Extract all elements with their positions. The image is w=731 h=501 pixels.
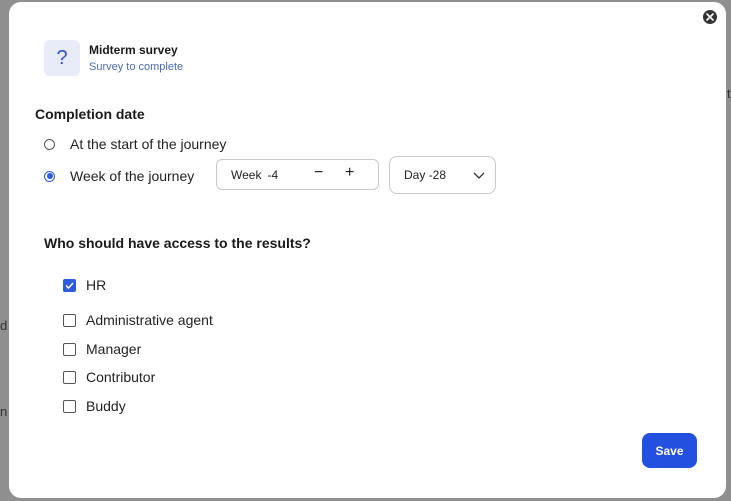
checkbox-buddy[interactable]: Buddy <box>63 398 126 414</box>
chevron-down-icon <box>473 172 485 179</box>
backdrop-fragment: t <box>727 86 731 101</box>
day-select[interactable]: Day -28 <box>389 156 496 194</box>
modal-subtitle: Survey to complete <box>89 60 184 73</box>
backdrop-fragment: d <box>0 318 8 333</box>
close-icon <box>706 13 714 21</box>
access-label: Who should have access to the results? <box>44 235 311 251</box>
checkbox-hr[interactable]: HR <box>63 277 106 293</box>
radio-label: At the start of the journey <box>70 136 227 152</box>
checkbox[interactable] <box>63 342 76 356</box>
checkbox-contributor[interactable]: Contributor <box>63 369 155 385</box>
backdrop-fragment: n <box>0 404 8 419</box>
checkbox-administrative-agent[interactable]: Administrative agent <box>63 312 213 328</box>
decrement-button[interactable]: − <box>314 164 323 182</box>
checkbox-label: Buddy <box>86 398 126 414</box>
save-button[interactable]: Save <box>642 433 697 468</box>
radio-button[interactable] <box>44 170 55 182</box>
checkbox-label: Contributor <box>86 369 156 385</box>
checkbox[interactable] <box>63 370 76 384</box>
modal-header: ? Midterm survey Survey to complete <box>44 40 183 76</box>
question-icon: ? <box>44 40 80 76</box>
checkbox-label: HR <box>86 277 107 293</box>
week-value[interactable]: -4 <box>267 168 278 182</box>
radio-week-of-journey[interactable]: Week of the journey <box>44 168 194 184</box>
completion-date-label: Completion date <box>35 106 145 122</box>
increment-button[interactable]: + <box>345 164 354 182</box>
checkbox[interactable] <box>63 278 76 292</box>
week-label: Week <box>231 167 262 182</box>
week-stepper[interactable]: Week -4 − + <box>216 159 379 190</box>
checkbox-label: Manager <box>86 341 142 357</box>
modal-title: Midterm survey <box>89 42 178 57</box>
radio-label: Week of the journey <box>70 168 195 184</box>
checkbox-manager[interactable]: Manager <box>63 341 141 357</box>
checkbox[interactable] <box>63 399 76 413</box>
checkbox-label: Administrative agent <box>86 312 213 328</box>
radio-start-of-journey[interactable]: At the start of the journey <box>44 136 226 152</box>
radio-button[interactable] <box>44 138 55 150</box>
day-value: Day -28 <box>404 168 447 182</box>
close-button[interactable] <box>703 10 717 24</box>
survey-modal: ? Midterm survey Survey to complete Comp… <box>9 2 726 498</box>
checkbox[interactable] <box>63 313 76 327</box>
checkmark-icon <box>65 281 74 289</box>
